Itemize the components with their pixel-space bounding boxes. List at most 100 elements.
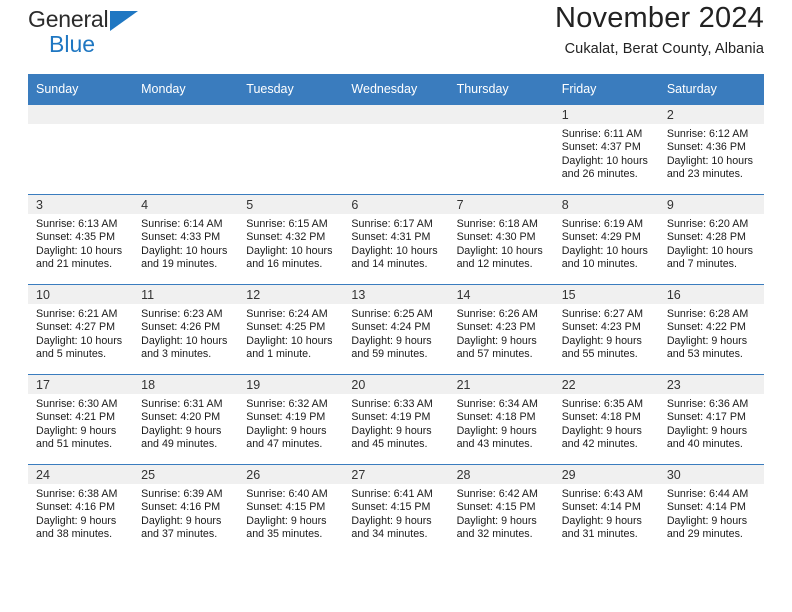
daylight-duration-line2: and 53 minutes.	[666, 347, 743, 360]
daylight-duration-line2: and 51 minutes.	[36, 437, 113, 450]
day-cell-content: 7 Sunrise: 6:18 AM Sunset: 4:30 PM Daylight…	[448, 195, 554, 284]
sunrise-time: Sunrise: 6:21 AM	[36, 308, 118, 320]
daylight-duration-line1: Daylight: 9 hours	[456, 424, 537, 437]
calendar-day-cell[interactable]: 16 Sunrise: 6:28 AM Sunset: 4:22 PM Dayligh…	[658, 284, 764, 375]
day-cell-content: 16 Sunrise: 6:28 AM Sunset: 4:22 PM Dayligh…	[658, 285, 764, 374]
calendar-day-cell[interactable]: 3 Sunrise: 6:13 AM Sunset: 4:35 PM Daylight…	[28, 194, 134, 285]
day-number	[448, 105, 554, 124]
calendar-day-cell[interactable]: 30 Sunrise: 6:44 AM Sunset: 4:14 PM Dayligh…	[658, 464, 764, 554]
calendar-day-cell[interactable]: 11 Sunrise: 6:23 AM Sunset: 4:26 PM Dayligh…	[133, 284, 239, 375]
day-cell-content: 19 Sunrise: 6:32 AM Sunset: 4:19 PM Dayligh…	[238, 375, 344, 464]
sunrise-time: Sunrise: 6:25 AM	[351, 308, 433, 320]
calendar-day-cell[interactable]: 19 Sunrise: 6:32 AM Sunset: 4:19 PM Dayligh…	[238, 374, 344, 465]
day-cell-content	[28, 105, 134, 194]
sun-times-info: Sunrise: 6:23 AM Sunset: 4:26 PM Daylight:…	[133, 304, 238, 361]
day-number: 18	[133, 375, 239, 394]
sunset-time: Sunset: 4:14 PM	[561, 501, 641, 514]
logo-text-blue: Blue	[49, 31, 96, 57]
calendar-day-cell[interactable]: 21 Sunrise: 6:34 AM Sunset: 4:18 PM Dayligh…	[448, 374, 554, 465]
calendar-day-cell[interactable]: 9 Sunrise: 6:20 AM Sunset: 4:28 PM Daylight…	[658, 194, 764, 285]
daylight-duration-line2: and 43 minutes.	[456, 437, 533, 450]
weekday-header-sunday: Sunday	[28, 74, 134, 105]
day-number	[343, 105, 449, 124]
calendar-day-cell	[448, 104, 554, 195]
sun-times-info: Sunrise: 6:32 AM Sunset: 4:19 PM Daylight:…	[238, 394, 343, 451]
calendar-day-cell[interactable]: 1 Sunrise: 6:11 AM Sunset: 4:37 PM Daylight…	[553, 104, 659, 195]
sunset-time: Sunset: 4:23 PM	[456, 321, 536, 334]
day-number: 8	[553, 195, 659, 214]
calendar-body: 1 Sunrise: 6:11 AM Sunset: 4:37 PM Daylight…	[28, 104, 764, 554]
daylight-duration-line2: and 49 minutes.	[141, 437, 218, 450]
calendar-day-cell[interactable]: 23 Sunrise: 6:36 AM Sunset: 4:17 PM Dayligh…	[658, 374, 764, 465]
day-cell-content	[343, 105, 449, 194]
daylight-duration-line2: and 10 minutes.	[561, 257, 638, 270]
sunrise-time: Sunrise: 6:31 AM	[141, 398, 223, 410]
calendar-day-cell[interactable]: 2 Sunrise: 6:12 AM Sunset: 4:36 PM Daylight…	[658, 104, 764, 195]
calendar-day-cell[interactable]: 7 Sunrise: 6:18 AM Sunset: 4:30 PM Daylight…	[448, 194, 554, 285]
calendar-day-cell[interactable]: 4 Sunrise: 6:14 AM Sunset: 4:33 PM Daylight…	[133, 194, 239, 285]
calendar-day-cell[interactable]: 15 Sunrise: 6:27 AM Sunset: 4:23 PM Dayligh…	[553, 284, 659, 375]
calendar-day-cell[interactable]: 22 Sunrise: 6:35 AM Sunset: 4:18 PM Dayligh…	[553, 374, 659, 465]
sunset-time: Sunset: 4:18 PM	[456, 411, 536, 424]
day-number: 4	[133, 195, 239, 214]
calendar-day-cell[interactable]: 8 Sunrise: 6:19 AM Sunset: 4:29 PM Daylight…	[553, 194, 659, 285]
day-cell-content: 3 Sunrise: 6:13 AM Sunset: 4:35 PM Daylight…	[28, 195, 134, 284]
day-cell-content: 25 Sunrise: 6:39 AM Sunset: 4:16 PM Dayligh…	[133, 465, 239, 554]
sunrise-time: Sunrise: 6:28 AM	[666, 308, 749, 320]
day-cell-content: 23 Sunrise: 6:36 AM Sunset: 4:17 PM Dayligh…	[658, 375, 764, 464]
day-number: 3	[28, 195, 134, 214]
calendar-day-cell[interactable]: 18 Sunrise: 6:31 AM Sunset: 4:20 PM Dayligh…	[133, 374, 239, 465]
sun-times-info: Sunrise: 6:36 AM Sunset: 4:17 PM Daylight:…	[659, 394, 764, 451]
calendar-day-cell[interactable]: 29 Sunrise: 6:43 AM Sunset: 4:14 PM Dayligh…	[553, 464, 659, 554]
page-subtitle: Cukalat, Berat County, Albania	[564, 41, 764, 58]
daylight-duration-line2: and 47 minutes.	[246, 437, 323, 450]
day-number: 21	[448, 375, 554, 394]
day-cell-content: 27 Sunrise: 6:41 AM Sunset: 4:15 PM Dayligh…	[343, 465, 449, 554]
sunset-time: Sunset: 4:37 PM	[561, 141, 641, 154]
daylight-duration-line1: Daylight: 10 hours	[141, 244, 228, 257]
calendar-week-row: 3 Sunrise: 6:13 AM Sunset: 4:35 PM Daylight…	[28, 194, 764, 285]
day-cell-content: 24 Sunrise: 6:38 AM Sunset: 4:16 PM Dayligh…	[28, 465, 134, 554]
calendar-day-cell[interactable]: 6 Sunrise: 6:17 AM Sunset: 4:31 PM Daylight…	[343, 194, 449, 285]
day-number: 14	[448, 285, 554, 304]
daylight-duration-line1: Daylight: 9 hours	[351, 514, 432, 527]
daylight-duration-line2: and 32 minutes.	[456, 527, 533, 540]
daylight-duration-line1: Daylight: 10 hours	[561, 154, 648, 167]
weekday-header-thursday: Thursday	[448, 74, 554, 105]
sun-times-info: Sunrise: 6:27 AM Sunset: 4:23 PM Daylight:…	[554, 304, 659, 361]
sunrise-time: Sunrise: 6:24 AM	[246, 308, 328, 320]
daylight-duration-line2: and 21 minutes.	[36, 257, 113, 270]
calendar-day-cell[interactable]: 14 Sunrise: 6:26 AM Sunset: 4:23 PM Dayligh…	[448, 284, 554, 375]
sun-times-info: Sunrise: 6:25 AM Sunset: 4:24 PM Daylight:…	[343, 304, 448, 361]
sunrise-time: Sunrise: 6:18 AM	[456, 218, 538, 230]
sunset-time: Sunset: 4:23 PM	[561, 321, 641, 334]
calendar-day-cell[interactable]: 26 Sunrise: 6:40 AM Sunset: 4:15 PM Dayligh…	[238, 464, 344, 554]
day-cell-content	[133, 105, 239, 194]
sunrise-time: Sunrise: 6:13 AM	[36, 218, 118, 230]
calendar-day-cell[interactable]: 12 Sunrise: 6:24 AM Sunset: 4:25 PM Dayligh…	[238, 284, 344, 375]
general-blue-logo[interactable]: General Blue	[28, 8, 148, 60]
calendar-day-cell[interactable]: 20 Sunrise: 6:33 AM Sunset: 4:19 PM Dayligh…	[343, 374, 449, 465]
calendar-day-cell[interactable]: 13 Sunrise: 6:25 AM Sunset: 4:24 PM Dayligh…	[343, 284, 449, 375]
calendar-day-cell[interactable]: 25 Sunrise: 6:39 AM Sunset: 4:16 PM Dayligh…	[133, 464, 239, 554]
sunset-time: Sunset: 4:15 PM	[246, 501, 326, 514]
calendar-day-cell[interactable]: 17 Sunrise: 6:30 AM Sunset: 4:21 PM Dayligh…	[28, 374, 134, 465]
calendar-header-row: Sunday Monday Tuesday Wednesday Thursday…	[28, 74, 764, 105]
sunrise-time: Sunrise: 6:14 AM	[141, 218, 223, 230]
day-cell-content: 18 Sunrise: 6:31 AM Sunset: 4:20 PM Dayligh…	[133, 375, 239, 464]
day-cell-content: 20 Sunrise: 6:33 AM Sunset: 4:19 PM Dayligh…	[343, 375, 449, 464]
day-cell-content: 12 Sunrise: 6:24 AM Sunset: 4:25 PM Dayligh…	[238, 285, 344, 374]
calendar-day-cell[interactable]: 10 Sunrise: 6:21 AM Sunset: 4:27 PM Dayligh…	[28, 284, 134, 375]
calendar-day-cell[interactable]: 24 Sunrise: 6:38 AM Sunset: 4:16 PM Dayligh…	[28, 464, 134, 554]
daylight-duration-line1: Daylight: 9 hours	[141, 424, 222, 437]
sunset-time: Sunset: 4:14 PM	[666, 501, 746, 514]
calendar-day-cell[interactable]: 5 Sunrise: 6:15 AM Sunset: 4:32 PM Daylight…	[238, 194, 344, 285]
calendar-week-row: 17 Sunrise: 6:30 AM Sunset: 4:21 PM Dayligh…	[28, 374, 764, 465]
day-cell-content: 15 Sunrise: 6:27 AM Sunset: 4:23 PM Dayligh…	[553, 285, 659, 374]
day-number: 29	[553, 465, 659, 484]
calendar-day-cell[interactable]: 28 Sunrise: 6:42 AM Sunset: 4:15 PM Dayligh…	[448, 464, 554, 554]
calendar-day-cell[interactable]: 27 Sunrise: 6:41 AM Sunset: 4:15 PM Dayligh…	[343, 464, 449, 554]
day-number: 16	[658, 285, 764, 304]
daylight-duration-line1: Daylight: 9 hours	[36, 514, 117, 527]
day-number: 7	[448, 195, 554, 214]
